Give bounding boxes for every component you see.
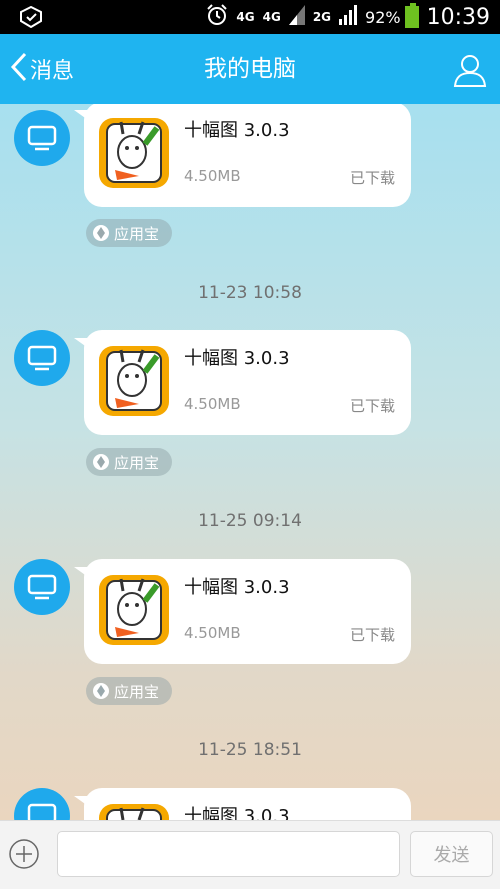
computer-avatar	[14, 330, 70, 386]
app-icon	[99, 804, 169, 820]
file-card[interactable]: 十幅图 3.0.3 4.50MB 已下载	[74, 330, 411, 435]
more-button[interactable]	[8, 838, 40, 870]
message-item: 十幅图 3.0.3	[0, 788, 500, 820]
back-label: 消息	[30, 59, 75, 84]
timestamp: 11-23 10:58	[198, 283, 302, 303]
app-store-icon	[93, 454, 109, 470]
network-type-2: 4G	[262, 10, 281, 24]
app-name: 十幅图 3.0.3	[184, 120, 290, 141]
source-tag[interactable]: 应用宝	[86, 448, 172, 476]
page-title: 我的电脑	[204, 56, 296, 82]
source-tag[interactable]: 应用宝	[86, 219, 172, 247]
back-button[interactable]: 消息	[10, 34, 74, 104]
download-status: 已下载	[349, 169, 395, 187]
monitor-icon	[27, 345, 57, 371]
message-input[interactable]	[57, 831, 400, 877]
message-item: 十幅图 3.0.3 4.50MB 已下载 应用宝	[0, 559, 500, 705]
status-clock: 10:39	[426, 4, 490, 30]
computer-avatar	[14, 110, 70, 166]
monitor-icon	[27, 803, 57, 820]
file-card[interactable]: 十幅图 3.0.3 4.50MB 已下载	[74, 104, 411, 207]
app-name: 十幅图 3.0.3	[184, 577, 290, 598]
computer-avatar	[14, 788, 70, 820]
input-bar: 发送	[0, 820, 500, 889]
alarm-icon	[206, 4, 228, 30]
navbar: 消息 我的电脑	[0, 34, 500, 104]
chevron-left-icon	[10, 51, 28, 87]
profile-button[interactable]	[452, 52, 488, 88]
network-type-1: 4G	[236, 10, 255, 24]
source-tag[interactable]: 应用宝	[86, 677, 172, 705]
download-status: 已下载	[349, 397, 395, 415]
send-button[interactable]: 发送	[410, 831, 493, 877]
source-label: 应用宝	[114, 682, 160, 701]
network-type-3: 2G	[312, 10, 332, 24]
file-size: 4.50MB	[184, 167, 241, 185]
file-size: 4.50MB	[184, 395, 241, 413]
signal-icon	[288, 5, 305, 29]
message-item: 十幅图 3.0.3 4.50MB 已下载 应用宝	[0, 330, 500, 476]
status-bar: 4G 4G 2G 92% 10:39	[0, 0, 500, 34]
source-label: 应用宝	[114, 224, 160, 243]
app-icon	[99, 346, 169, 416]
chat-area[interactable]: 十幅图 3.0.3 4.50MB 已下载 应用宝 11-23 10:58 十幅图…	[0, 104, 500, 820]
signal-icon	[339, 5, 358, 29]
notification-icon	[18, 5, 44, 29]
timestamp: 11-25 09:14	[198, 511, 302, 531]
message-item: 十幅图 3.0.3 4.50MB 已下载 应用宝	[0, 104, 500, 247]
battery-percent: 92%	[365, 7, 401, 27]
monitor-icon	[27, 574, 57, 600]
app-store-icon	[93, 225, 109, 241]
timestamp: 11-25 18:51	[198, 740, 302, 760]
battery-icon	[404, 3, 419, 28]
app-icon	[99, 575, 169, 645]
file-card[interactable]: 十幅图 3.0.3 4.50MB 已下载	[74, 559, 411, 664]
file-size: 4.50MB	[184, 624, 241, 642]
app-icon	[99, 118, 169, 188]
download-status: 已下载	[349, 626, 395, 644]
file-card[interactable]: 十幅图 3.0.3	[74, 788, 411, 820]
computer-avatar	[14, 559, 70, 615]
app-name: 十幅图 3.0.3	[184, 348, 290, 369]
plus-circle-icon	[9, 839, 39, 869]
user-icon	[453, 55, 487, 87]
monitor-icon	[27, 125, 57, 151]
source-label: 应用宝	[114, 453, 160, 472]
app-name: 十幅图 3.0.3	[184, 806, 290, 820]
app-store-icon	[93, 683, 109, 699]
